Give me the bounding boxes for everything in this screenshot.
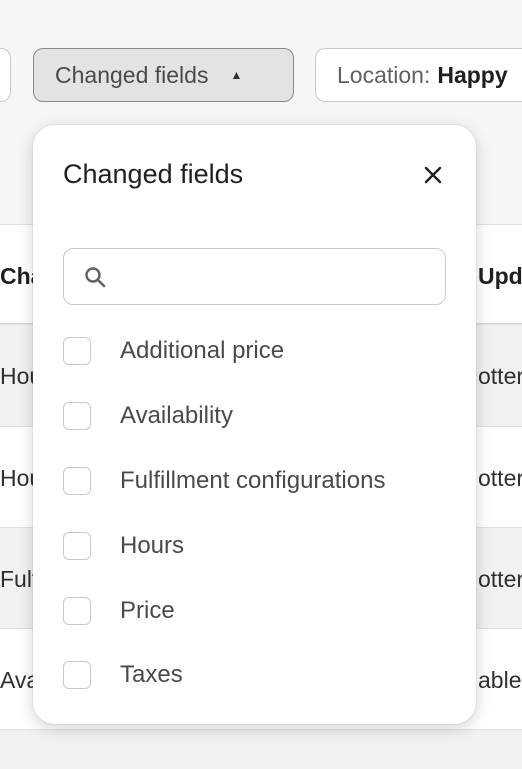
changed-fields-filter-label: Changed fields	[55, 61, 209, 88]
column-header-updated[interactable]: Upda	[478, 263, 522, 290]
popover-title: Changed fields	[63, 159, 244, 189]
option-additional-price[interactable]: Additional price	[63, 331, 284, 371]
caret-up-icon: ▲	[230, 68, 243, 82]
checkbox[interactable]	[63, 337, 91, 365]
option-label: Price	[120, 597, 175, 624]
option-taxes[interactable]: Taxes	[63, 655, 183, 695]
location-filter-value: Happy	[437, 61, 508, 88]
location-filter-label: Location:	[337, 61, 431, 88]
checkbox[interactable]	[63, 467, 91, 495]
search-input[interactable]	[116, 248, 445, 305]
option-hours[interactable]: Hours	[63, 526, 184, 566]
option-label: Hours	[120, 532, 185, 559]
option-availability[interactable]: Availability	[63, 396, 233, 436]
option-fulfillment-configurations[interactable]: Fulfillment configurations	[63, 461, 385, 501]
search-icon	[82, 264, 108, 290]
table-cell: otter	[478, 363, 522, 389]
table-row	[0, 729, 522, 769]
checkbox[interactable]	[63, 661, 91, 689]
option-price[interactable]: Price	[63, 591, 175, 631]
table-cell: otter	[478, 465, 522, 491]
table-cell: otter	[478, 566, 522, 592]
location-filter-button[interactable]: Location: Happy	[315, 48, 522, 102]
checkbox[interactable]	[63, 597, 91, 625]
option-label: Taxes	[120, 661, 183, 688]
option-label: Availability	[120, 402, 233, 429]
filter-chip-previous[interactable]	[0, 48, 11, 102]
changed-fields-popover: Changed fields Additional price Availabi…	[33, 125, 476, 724]
close-icon	[424, 166, 442, 184]
table-cell: able	[478, 667, 522, 693]
option-label: Additional price	[120, 337, 285, 364]
close-button[interactable]	[417, 159, 449, 191]
checkbox[interactable]	[63, 532, 91, 560]
changed-fields-filter-button[interactable]: Changed fields ▲	[33, 48, 294, 102]
search-field[interactable]	[63, 248, 446, 305]
checkbox[interactable]	[63, 402, 91, 430]
option-label: Fulfillment configurations	[120, 467, 386, 494]
